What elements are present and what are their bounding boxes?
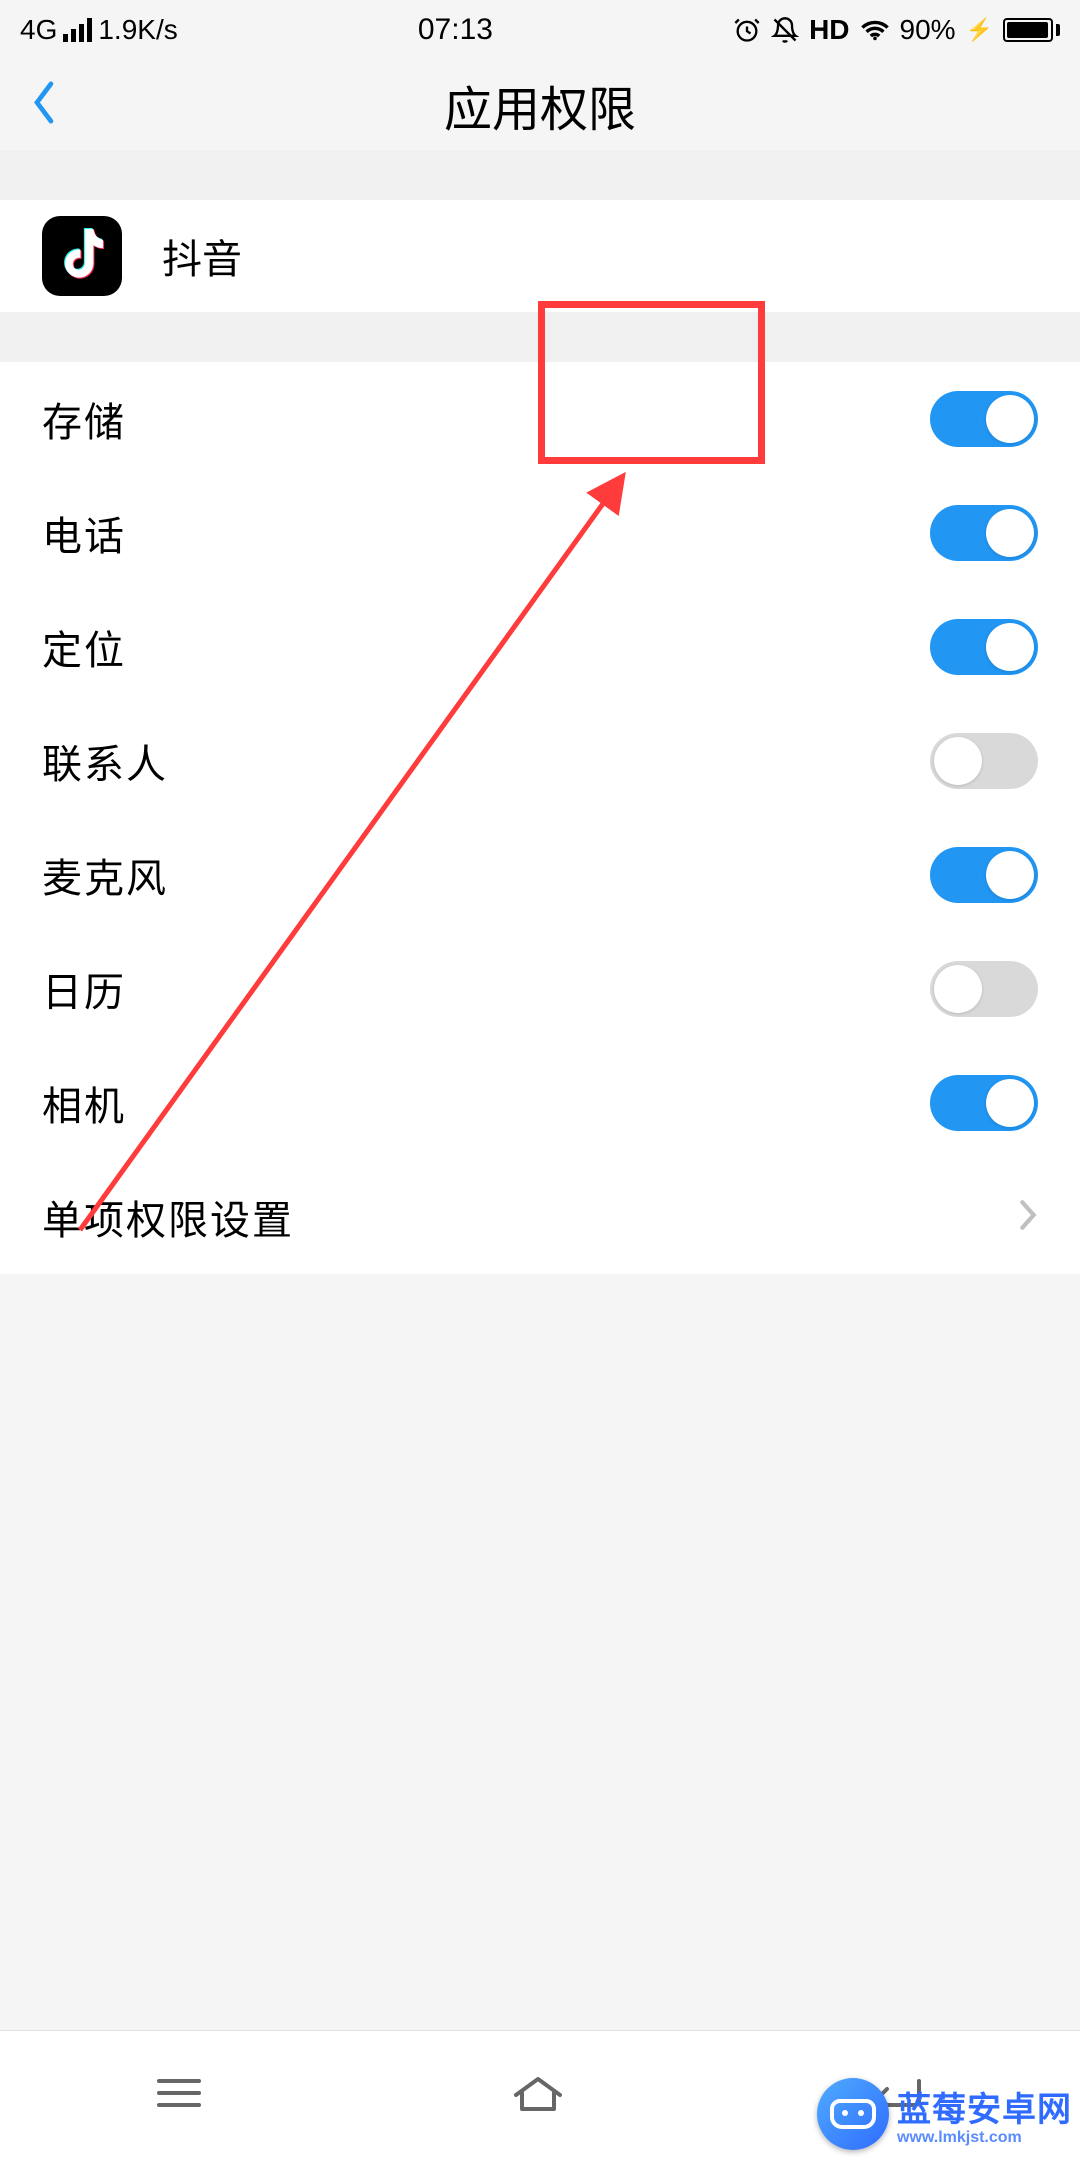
permission-list: 存储 电话 定位 联系人 麦克风 日历 相机 单项权限设置 — [0, 362, 1080, 1274]
app-icon-douyin — [42, 216, 122, 296]
permission-row-location: 定位 — [0, 590, 1080, 704]
home-button[interactable] — [510, 2071, 566, 2120]
permission-label: 联系人 — [42, 732, 168, 790]
back-button[interactable] — [30, 79, 58, 132]
battery-icon — [1003, 18, 1060, 42]
permission-label: 定位 — [42, 618, 126, 676]
permission-label: 日历 — [42, 960, 126, 1018]
permission-toggle-storage[interactable] — [930, 391, 1038, 447]
permission-toggle-microphone[interactable] — [930, 847, 1038, 903]
permission-toggle-contacts[interactable] — [930, 733, 1038, 789]
permission-toggle-camera[interactable] — [930, 1075, 1038, 1131]
permission-row-calendar: 日历 — [0, 932, 1080, 1046]
network-speed: 1.9K/s — [98, 14, 177, 46]
app-name-label: 抖音 — [162, 227, 242, 285]
bell-mute-icon — [771, 16, 799, 44]
permission-row-contacts: 联系人 — [0, 704, 1080, 818]
individual-permission-settings[interactable]: 单项权限设置 — [0, 1160, 1080, 1274]
status-right: HD 90% ⚡ — [733, 14, 1060, 46]
permission-label: 相机 — [42, 1074, 126, 1132]
permission-row-microphone: 麦克风 — [0, 818, 1080, 932]
app-header-row: 抖音 — [0, 200, 1080, 312]
settings-label: 单项权限设置 — [42, 1188, 294, 1246]
battery-percent: 90% — [900, 14, 956, 46]
alarm-icon — [733, 16, 761, 44]
tiktok-icon — [57, 228, 107, 284]
hd-indicator: HD — [809, 14, 849, 46]
permission-toggle-location[interactable] — [930, 619, 1038, 675]
nav-header: 应用权限 — [0, 60, 1080, 150]
section-gap — [0, 150, 1080, 200]
watermark: 蓝莓安卓网 www.lmkjst.com — [817, 2078, 1072, 2150]
signal-icon — [63, 18, 92, 42]
permission-toggle-phone[interactable] — [930, 505, 1038, 561]
permission-toggle-calendar[interactable] — [930, 961, 1038, 1017]
status-left: 4G 1.9K/s — [20, 14, 178, 46]
page-title: 应用权限 — [0, 70, 1080, 140]
chevron-left-icon — [30, 79, 58, 127]
status-bar: 4G 1.9K/s 07:13 HD 90% ⚡ — [0, 0, 1080, 60]
permission-row-phone: 电话 — [0, 476, 1080, 590]
permission-label: 麦克风 — [42, 846, 168, 904]
watermark-url: www.lmkjst.com — [897, 2129, 1072, 2147]
permission-label: 存储 — [42, 390, 126, 448]
recents-button[interactable] — [153, 2073, 205, 2118]
permission-row-storage: 存储 — [0, 362, 1080, 476]
wifi-icon — [860, 18, 890, 42]
section-gap — [0, 312, 1080, 362]
chevron-right-icon — [1018, 1198, 1038, 1237]
watermark-title: 蓝莓安卓网 — [897, 2082, 1072, 2131]
network-type: 4G — [20, 14, 57, 46]
charging-icon: ⚡ — [966, 17, 993, 43]
status-time: 07:13 — [418, 13, 493, 47]
permission-label: 电话 — [42, 504, 126, 562]
watermark-text: 蓝莓安卓网 www.lmkjst.com — [897, 2082, 1072, 2147]
watermark-logo-icon — [817, 2078, 889, 2150]
permission-row-camera: 相机 — [0, 1046, 1080, 1160]
